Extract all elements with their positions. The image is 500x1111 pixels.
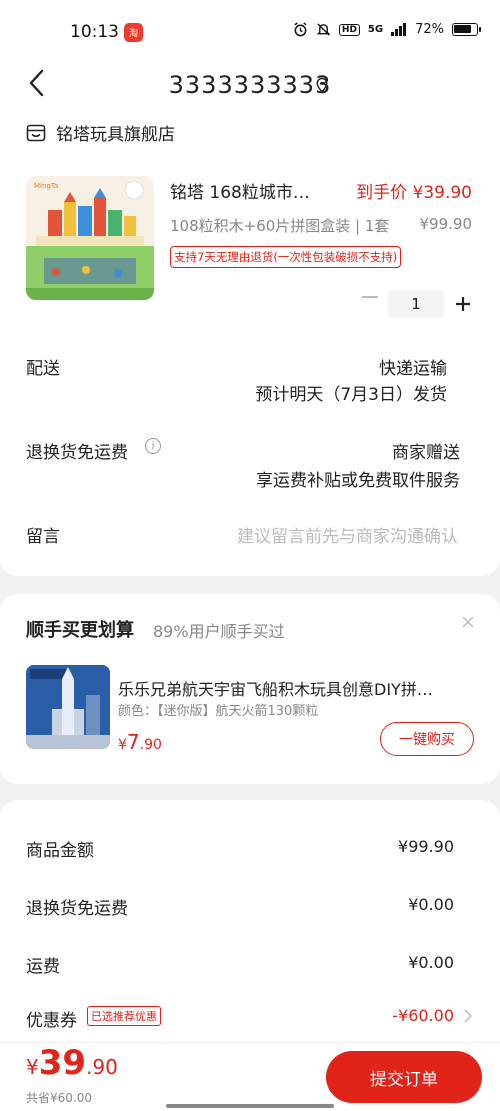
- return-fee-value: ¥0.00: [408, 895, 454, 914]
- return-policy-tag: 支持7天无理由退货(一次性包装破损不支持): [170, 246, 402, 268]
- battery-percent: 72%: [415, 22, 444, 37]
- status-bar: 10:13 淘 HD 5G 72%: [0, 0, 500, 62]
- addon-product-variant: 颜色：【迷你版】航天火箭130颗粒: [118, 704, 319, 719]
- coupon-value[interactable]: -¥60.00: [392, 1006, 454, 1025]
- product-original-price: ¥99.90: [419, 215, 473, 233]
- freight-label: 运费: [26, 957, 60, 977]
- store-icon: [26, 124, 46, 141]
- addon-price-main: 7: [126, 730, 140, 754]
- coupon-recommended-badge: 已选推荐优惠: [87, 1006, 161, 1026]
- info-icon[interactable]: i: [145, 438, 161, 454]
- total-price-symbol: ¥: [26, 1055, 39, 1079]
- page-title: 3333333333: [168, 71, 332, 99]
- total-savings: 共省¥60.00: [26, 1091, 92, 1105]
- signal-icon: [391, 23, 407, 36]
- svg-text:MingTa: MingTa: [34, 182, 58, 190]
- order-card: 铭塔玩具旗舰店 MingTa 铭塔 168粒城市… 到手价 ¥39.90 108…: [0, 108, 500, 576]
- location-pin-icon[interactable]: [314, 77, 330, 93]
- total-price-decimal: .90: [86, 1055, 118, 1079]
- addon-product-image[interactable]: [26, 665, 110, 749]
- product-image-art: MingTa: [26, 176, 154, 300]
- goods-amount-value: ¥99.90: [398, 837, 454, 856]
- page-header: 3333333333: [0, 62, 500, 108]
- return-fee-label: 退换货免运费: [26, 899, 128, 919]
- coupon-label[interactable]: 优惠券: [26, 1006, 77, 1031]
- chevron-right-icon[interactable]: [464, 1009, 472, 1023]
- home-indicator[interactable]: [166, 1104, 334, 1108]
- addon-subtitle: 89%用户顺手买过: [153, 622, 285, 641]
- checkout-bar: ¥39.90 共省¥60.00 提交订单: [0, 1042, 500, 1111]
- alarm-icon: [294, 22, 307, 37]
- addon-image-art: [26, 665, 110, 749]
- addon-price: ¥7.90: [118, 730, 162, 754]
- store-name: 铭塔玩具旗舰店: [56, 125, 175, 145]
- total-price-main: 39: [38, 1043, 87, 1083]
- note-label: 留言: [26, 527, 60, 547]
- shipping-label: 配送: [26, 359, 60, 379]
- freight-value: ¥0.00: [408, 953, 454, 972]
- price-summary-card: 商品金额 ¥99.90 退换货免运费 ¥0.00 运费 ¥0.00 优惠券 已选…: [0, 800, 500, 1050]
- hd-icon: HD: [338, 23, 360, 36]
- shipping-method: 快递运输: [379, 359, 447, 379]
- return-shipping-value: 商家赠送: [392, 443, 460, 463]
- submit-order-button[interactable]: 提交订单: [326, 1051, 482, 1103]
- addon-card: 顺手买更划算 89%用户顺手买过 乐乐兄弟航天宇宙飞船积木玩具创意DIY拼… 颜…: [0, 594, 500, 784]
- status-time: 10:13: [70, 22, 119, 42]
- goods-amount-label: 商品金额: [26, 841, 94, 861]
- product-image[interactable]: MingTa: [26, 176, 154, 300]
- quantity-input[interactable]: 1: [388, 290, 444, 318]
- total-price: ¥39.90: [26, 1043, 118, 1083]
- product-title[interactable]: 铭塔 168粒城市…: [170, 178, 310, 203]
- network-label: 5G: [367, 24, 384, 35]
- return-shipping-label: 退换货免运费: [26, 443, 128, 463]
- one-click-buy-button[interactable]: 一键购买: [380, 722, 474, 756]
- mute-bell-icon: [316, 23, 331, 36]
- addon-price-decimal: .90: [139, 737, 162, 753]
- note-input[interactable]: 建议留言前先与商家沟通确认: [237, 522, 458, 547]
- return-shipping-detail: 享运费补贴或免费取件服务: [256, 471, 460, 491]
- product-spec[interactable]: 108粒积木+60片拼图盒装 | 1套: [170, 215, 389, 236]
- quantity-decrease-button[interactable]: [362, 296, 378, 298]
- app-notification-icon: 淘: [124, 23, 143, 42]
- addon-product-name[interactable]: 乐乐兄弟航天宇宙飞船积木玩具创意DIY拼…: [118, 676, 433, 700]
- addon-price-symbol: ¥: [118, 737, 127, 753]
- product-final-price: 到手价 ¥39.90: [356, 183, 472, 203]
- store-row[interactable]: 铭塔玩具旗舰店: [26, 120, 175, 145]
- quantity-increase-button[interactable]: [455, 296, 471, 312]
- battery-icon: [452, 23, 481, 36]
- close-icon[interactable]: [462, 616, 474, 628]
- shipping-eta: 预计明天（7月3日）发货: [255, 385, 447, 405]
- addon-title: 顺手买更划算: [26, 620, 134, 641]
- status-icons: HD 5G 72%: [293, 22, 481, 37]
